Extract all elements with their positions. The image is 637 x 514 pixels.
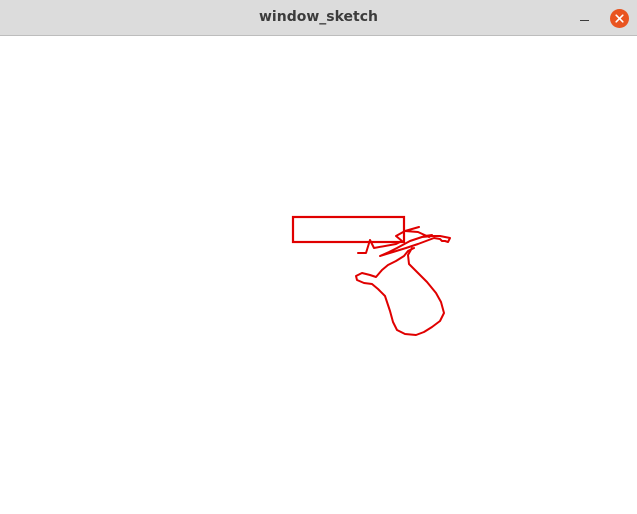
sketch-layer <box>291 215 451 336</box>
minimize-icon <box>580 20 589 21</box>
sketch-rectangle <box>291 215 406 244</box>
window-title: window_sketch <box>259 9 378 25</box>
sketch-arrow-stroke <box>379 230 451 257</box>
title-bar[interactable]: window_sketch <box>0 0 637 36</box>
app-window: window_sketch <box>0 0 637 514</box>
minimize-button[interactable] <box>574 8 596 28</box>
close-icon <box>610 9 629 28</box>
sketch-hand-shape <box>355 247 445 336</box>
close-button[interactable] <box>610 9 629 28</box>
drawing-canvas[interactable] <box>0 36 637 514</box>
